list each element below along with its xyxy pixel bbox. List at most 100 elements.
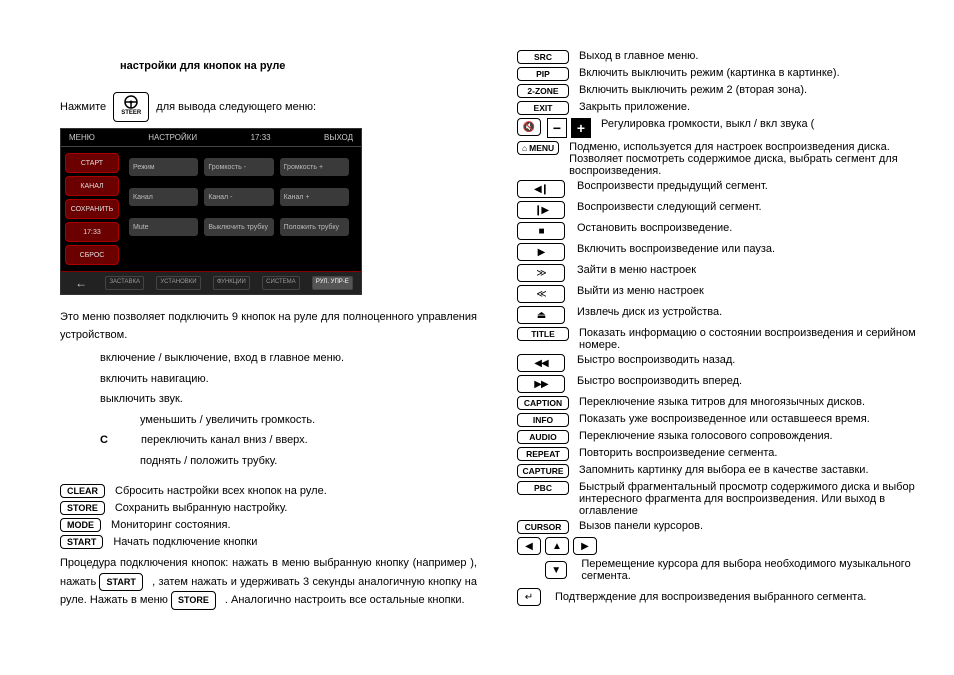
info-button-label: INFO (517, 413, 569, 427)
mute-icon: 🔇 (517, 118, 541, 136)
pbc-button-label: PBC (517, 481, 569, 495)
media-icon: ◀◀ (517, 354, 565, 372)
desc-text: Запомнить картинку для выбора ее в качес… (579, 464, 934, 476)
press-line: Нажмите STEER для вывода следующего меню… (60, 92, 477, 122)
desc-row: REPEAT Повторить воспроизведение сегмента… (517, 447, 934, 461)
repeat-button-label: REPEAT (517, 447, 569, 461)
desc-text: Воспроизвести следующий сегмент. (577, 201, 934, 213)
label-desc: Мониторинг состояния. (111, 519, 231, 531)
down-arrow-icon: ▼ (545, 561, 567, 579)
store-button-label: STORE (171, 591, 216, 609)
exit-button-label: EXIT (517, 101, 569, 115)
desc-row: EXIT Закрыть приложение. (517, 101, 934, 115)
enter-icon: ↵ (517, 588, 541, 606)
up-arrow-icon: ▲ (545, 537, 569, 555)
label-row: START Начать подключение кнопки (60, 535, 477, 549)
bullet: выключить звук. (100, 391, 477, 408)
mode-button-label: MODE (60, 518, 101, 532)
desc-row: ◀❙ Воспроизвести предыдущий сегмент. (517, 180, 934, 198)
desc-row: ⏏ Извлечь диск из устройства. (517, 306, 934, 324)
desc-text: Воспроизвести предыдущий сегмент. (577, 180, 934, 192)
audio-button-label: AUDIO (517, 430, 569, 444)
bullet: поднять / положить трубку. (140, 453, 477, 470)
dpad-row2: ▼ Перемещение курсора для выбора необход… (517, 558, 934, 582)
desc-text: Выйти из меню настроек (577, 285, 934, 297)
media-icon: ◀❙ (517, 180, 565, 198)
media-icon: ⏏ (517, 306, 565, 324)
desc-text: Показать информацию о состоянии воспроиз… (579, 327, 934, 351)
desc-text: Вызов панели курсоров. (579, 520, 934, 532)
desc-row: ≫ Зайти в меню настроек (517, 264, 934, 282)
desc-text: Включить воспроизведение или пауза. (577, 243, 934, 255)
desc-row: 2-ZONE Включить выключить режим 2 (вторая… (517, 84, 934, 98)
desc-text: Выход в главное меню. (579, 50, 934, 62)
store-button-label: STORE (60, 501, 105, 515)
media-icon: ≫ (517, 264, 565, 282)
plus-icon: + (571, 118, 591, 138)
desc-row: SRC Выход в главное меню. (517, 50, 934, 64)
desc-row: 🔇−+ Регулировка громкости, выкл / вкл зву… (517, 118, 934, 138)
title-button-label: TITLE (517, 327, 569, 341)
cursor-button-label: CURSOR (517, 520, 569, 534)
capture-button-label: CAPTURE (517, 464, 569, 478)
desc-text: Остановить воспроизведение. (577, 222, 934, 234)
desc-row: ■ Остановить воспроизведение. (517, 222, 934, 240)
desc-text: Подменю, используется для настроек воспр… (569, 141, 934, 177)
desc-row: PIPВключить выключить режим (картинка в … (517, 67, 934, 81)
pip-button-label: PIP (517, 67, 569, 81)
label-desc: Сбросить настройки всех кнопок на руле. (115, 485, 327, 497)
2-zone-button-label: 2-ZONE (517, 84, 569, 98)
desc-text: Извлечь диск из устройства. (577, 306, 934, 318)
label-desc: Начать подключение кнопки (113, 536, 257, 548)
desc-text: Переключение языка голосового сопровожде… (579, 430, 934, 442)
home-icon: ⌂ (522, 143, 527, 153)
right-arrow-icon: ▶ (573, 537, 597, 555)
desc-row: CURSOR Вызов панели курсоров. (517, 520, 934, 534)
settings-screenshot: МЕНЮ НАСТРОЙКИ 17:33 ВЫХОД СТАРТ КАНАЛ С… (60, 128, 362, 295)
minus-icon: − (547, 118, 567, 138)
back-arrow-icon: ← (69, 276, 93, 290)
media-icon: ▶▶ (517, 375, 565, 393)
desc-text: Зайти в меню настроек (577, 264, 934, 276)
desc-row: INFO Показать уже воспроизведенное или ос… (517, 413, 934, 427)
bullet-c: C переключить канал вниз / вверх. (60, 432, 477, 449)
dpad-row1: ◀ ▲ ▶ (517, 537, 934, 555)
desc-text: Быстро воспроизводить назад. (577, 354, 934, 366)
media-icon: ▶ (517, 243, 565, 261)
desc-row: AUDIO Переключение языка голосового сопро… (517, 430, 934, 444)
section-title: настройки для кнопок на руле (120, 60, 477, 72)
caption-button-label: CAPTION (517, 396, 569, 410)
desc-row: ▶ Включить воспроизведение или пауза. (517, 243, 934, 261)
desc-row: TITLE Показать информацию о состоянии вос… (517, 327, 934, 351)
start-button-label: START (60, 535, 103, 549)
label-desc: Сохранить выбранную настройку. (115, 502, 287, 514)
desc-row: ≪ Выйти из меню настроек (517, 285, 934, 303)
desc-row: ⌂MENU Подменю, используется для настроек … (517, 141, 934, 177)
media-icon: ≪ (517, 285, 565, 303)
desc-text: Быстрый фрагментальный просмотр содержим… (579, 481, 934, 517)
desc-row: ❙▶ Воспроизвести следующий сегмент. (517, 201, 934, 219)
desc-text: Быстро воспроизводить вперед. (577, 375, 934, 387)
steer-icon: STEER (113, 92, 149, 122)
desc-row: ▶▶ Быстро воспроизводить вперед. (517, 375, 934, 393)
desc-row: PBC Быстрый фрагментальный просмотр содер… (517, 481, 934, 517)
media-icon: ❙▶ (517, 201, 565, 219)
desc-text: Включить выключить режим 2 (вторая зона)… (579, 84, 934, 96)
desc-text: Закрыть приложение. (579, 101, 934, 113)
media-icon: ■ (517, 222, 565, 240)
label-row: STORE Сохранить выбранную настройку. (60, 501, 477, 515)
clear-button-label: CLEAR (60, 484, 105, 498)
desc-text: Показать уже воспроизведенное или оставш… (579, 413, 934, 425)
desc-text: Регулировка громкости, выкл / вкл звука … (601, 118, 934, 130)
bullet: включение / выключение, вход в главное м… (100, 350, 477, 367)
desc-row: CAPTIONПереключение языка титров для мно… (517, 396, 934, 410)
label-row: MODE Мониторинг состояния. (60, 518, 477, 532)
menu-button-label: ⌂MENU (517, 141, 559, 155)
procedure-text: Процедура подключения кнопок: нажать в м… (60, 555, 477, 610)
bullet: уменьшить / увеличить громкость. (140, 412, 477, 429)
src-button-label: SRC (517, 50, 569, 64)
desc-text: Повторить воспроизведение сегмента. (579, 447, 934, 459)
left-arrow-icon: ◀ (517, 537, 541, 555)
label-row: CLEAR Сбросить настройки всех кнопок на р… (60, 484, 477, 498)
start-button-label: START (99, 573, 142, 591)
